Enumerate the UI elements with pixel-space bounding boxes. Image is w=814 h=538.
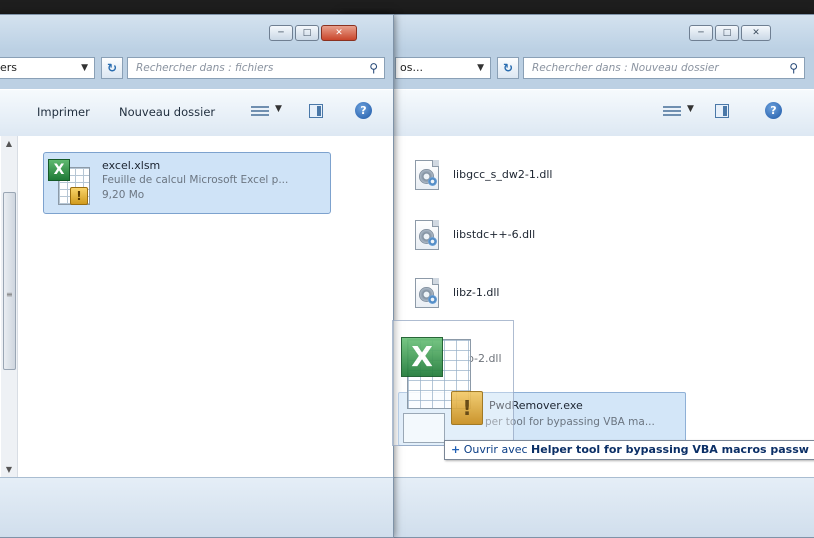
drag-preview: X ! [392,320,514,446]
print-button[interactable]: Imprimer [37,105,90,119]
warning-icon: ! [451,391,483,425]
command-bar: Imprimer Nouveau dossier ▼ ? [0,89,393,137]
title-bar[interactable]: ─ □ ✕ [341,15,814,49]
chevron-down-icon[interactable]: ▼ [687,104,694,114]
dll-file-icon [415,160,441,192]
refresh-icon[interactable]: ↻ [101,57,123,79]
scroll-thumb[interactable] [3,192,16,370]
dll-file-icon [415,278,441,310]
chevron-down-icon[interactable]: ▼ [477,58,484,78]
close-button[interactable]: ✕ [321,25,357,41]
explorer-window-fichiers[interactable]: ─ □ ✕ ers ▼ ↻ Rechercher dans : fichiers… [0,14,394,538]
spreadsheet-icon [403,413,445,443]
help-icon[interactable]: ? [765,102,782,119]
scrollbar[interactable]: ▲ ≡ ▼ [1,136,18,477]
close-button[interactable]: ✕ [741,25,771,41]
preview-pane-icon[interactable] [309,104,323,118]
chevron-down-icon[interactable]: ▼ [81,58,88,78]
drag-drop-tooltip: + Ouvrir avec Helper tool for bypassing … [444,440,814,460]
address-text: os... [400,61,423,74]
file-name: libgcc_s_dw2-1.dll [453,168,553,181]
chevron-down-icon[interactable]: ▼ [275,104,282,114]
address-row: ers ▼ ↻ Rechercher dans : fichiers ⚲ [0,53,393,85]
file-type: Feuille de calcul Microsoft Excel p... [102,174,289,186]
file-name: excel.xlsm [102,159,161,172]
search-icon[interactable]: ⚲ [789,58,798,78]
search-placeholder: Rechercher dans : Nouveau dossier [532,62,719,74]
excel-file-icon: X ! [48,159,92,207]
minimize-button[interactable]: ─ [269,25,293,41]
address-row: os... ▼ ↻ Rechercher dans : Nouveau doss… [341,53,814,85]
search-icon[interactable]: ⚲ [369,58,378,78]
list-item[interactable]: libstdc++-6.dll [415,218,715,254]
minimize-button[interactable]: ─ [689,25,713,41]
list-item[interactable]: libz-1.dll [415,276,715,312]
scroll-up-icon[interactable]: ▲ [1,139,17,148]
grip-icon: ≡ [6,290,13,299]
refresh-icon[interactable]: ↻ [497,57,519,79]
address-bar[interactable]: ers ▼ [0,57,95,79]
plus-icon: + [451,443,461,456]
excel-logo-icon: X [401,337,443,377]
details-pane [341,477,814,537]
search-placeholder: Rechercher dans : fichiers [136,62,274,74]
address-text: ers [0,61,18,74]
scroll-down-icon[interactable]: ▼ [1,465,17,474]
tooltip-target: Helper tool for bypassing VBA macros pas… [531,443,809,456]
search-input[interactable]: Rechercher dans : Nouveau dossier ⚲ [523,57,805,79]
file-name: libz-1.dll [453,286,500,299]
details-pane [0,477,393,537]
command-bar: ▼ ? [341,89,814,137]
maximize-button[interactable]: □ [715,25,739,41]
file-list[interactable]: ▲ ≡ ▼ X ! excel.xlsm Feuille de calcul M… [0,136,393,477]
file-name: libstdc++-6.dll [453,228,536,241]
tooltip-prefix: Ouvrir avec [463,443,528,456]
list-item-excel-file[interactable]: X ! excel.xlsm Feuille de calcul Microso… [43,152,331,214]
search-input[interactable]: Rechercher dans : fichiers ⚲ [127,57,385,79]
view-options-icon[interactable] [251,104,269,118]
maximize-button[interactable]: □ [295,25,319,41]
help-icon[interactable]: ? [355,102,372,119]
dll-file-icon [415,220,441,252]
view-options-icon[interactable] [663,104,681,118]
list-item[interactable]: libgcc_s_dw2-1.dll [415,158,715,194]
new-folder-button[interactable]: Nouveau dossier [119,105,215,119]
preview-pane-icon[interactable] [715,104,729,118]
file-size: 9,20 Mo [102,189,145,201]
title-bar[interactable]: ─ □ ✕ [0,15,393,49]
address-bar[interactable]: os... ▼ [395,57,491,79]
